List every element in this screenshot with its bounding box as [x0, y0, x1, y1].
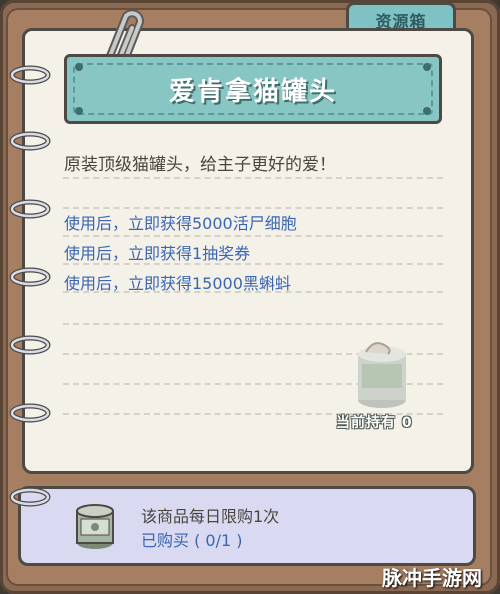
cat-food-can-icon	[358, 342, 406, 408]
item-title: 爱肯拿猫罐头	[168, 76, 337, 107]
effect-line-1: 使用后，立即获得5000活尸细胞	[64, 214, 297, 233]
ring-binder-icon	[9, 403, 51, 423]
cat-food-can-icon	[76, 504, 114, 549]
ring-binder-icon	[9, 335, 51, 355]
ring-binder-icon	[9, 199, 51, 219]
ring-binder-icon	[9, 267, 51, 287]
ring-binder-icon	[9, 65, 51, 85]
watermark-text: 脉冲手游网	[382, 566, 482, 590]
item-title-banner: 爱肯拿猫罐头	[64, 54, 442, 124]
effect-line-2: 使用后，立即获得1抽奖券	[64, 244, 251, 263]
purchase-info-card: 该商品每日限购1次 已购买 ( 0/1 )	[18, 486, 476, 566]
owned-count: 当前持有 0	[336, 415, 413, 431]
item-description: 原装顶级猫罐头，给主子更好的爱！	[64, 155, 336, 175]
effect-line-3: 使用后，立即获得15000黑蝌蚪	[64, 274, 291, 293]
purchase-count-text: 已购买 ( 0/1 )	[141, 531, 243, 550]
resource-box-screen: 资源箱 爱肯拿猫罐头 原装顶级猫罐头，给主子更好的爱！ 使用后，立即获得5000…	[0, 0, 500, 594]
purchase-limit-text: 该商品每日限购1次	[141, 507, 280, 526]
ring-binder-icon	[9, 487, 51, 507]
ring-binder-icon	[9, 131, 51, 151]
